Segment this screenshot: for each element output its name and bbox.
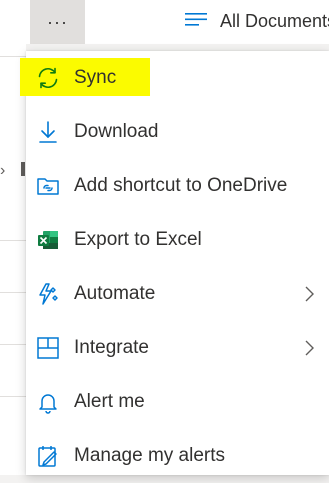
chevron-right-icon: [303, 285, 315, 308]
menu-item-add-shortcut[interactable]: Add shortcut to OneDrive: [26, 159, 329, 213]
menu-item-sync[interactable]: Sync: [20, 51, 329, 105]
download-icon: [36, 120, 60, 144]
menu-item-label: Add shortcut to OneDrive: [74, 175, 288, 196]
menu-item-integrate[interactable]: Integrate: [26, 321, 329, 375]
view-switcher-button[interactable]: All Documents: [184, 7, 329, 35]
more-options-button[interactable]: ···: [30, 0, 85, 44]
bell-icon: [36, 390, 60, 414]
automate-icon: [36, 282, 60, 306]
document-list-edge: ›: [0, 44, 26, 475]
row-divider: [0, 396, 26, 397]
menu-item-label: Integrate: [74, 337, 149, 358]
more-options-menu: Sync Download Add shortcut to OneDrive E…: [20, 51, 329, 475]
manage-alerts-icon: [36, 444, 60, 468]
row-divider: [0, 56, 26, 57]
menu-item-label: Export to Excel: [74, 229, 202, 250]
row-divider: [0, 292, 26, 293]
row-divider: [0, 240, 26, 241]
add-shortcut-icon: [36, 174, 60, 198]
chevron-right-icon: [303, 339, 315, 362]
menu-item-label: Manage my alerts: [74, 445, 226, 466]
chevron-right-icon: ›: [0, 162, 6, 179]
integrate-icon: [36, 336, 60, 360]
menu-item-label: Automate: [74, 283, 156, 304]
excel-icon: [36, 228, 60, 252]
row-marker: [21, 162, 25, 176]
row-divider: [0, 344, 26, 345]
menu-item-export-excel[interactable]: Export to Excel: [26, 213, 329, 267]
view-list-icon: [184, 11, 208, 31]
menu-item-automate[interactable]: Automate: [26, 267, 329, 321]
more-icon: ···: [47, 11, 68, 32]
menu-item-label: Alert me: [74, 391, 145, 412]
sync-icon: [36, 66, 60, 90]
menu-item-alert-me[interactable]: Alert me: [26, 375, 329, 429]
menu-item-label: Download: [74, 121, 159, 142]
command-bar: ··· All Documents: [0, 0, 329, 44]
view-name: All Documents: [220, 10, 329, 31]
menu-item-label: Sync: [74, 67, 117, 88]
menu-item-download[interactable]: Download: [26, 105, 329, 159]
